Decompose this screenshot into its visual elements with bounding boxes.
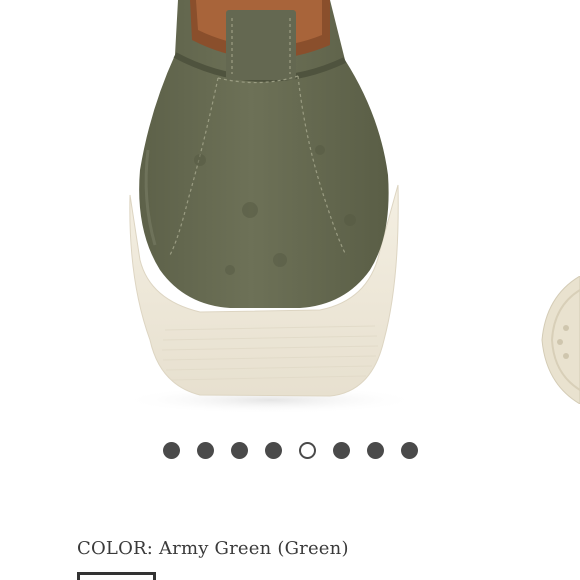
carousel-dot[interactable] <box>366 441 384 459</box>
color-selection-label: COLOR: Army Green (Green) <box>77 538 349 559</box>
carousel-dot[interactable] <box>264 441 282 459</box>
product-image[interactable] <box>0 0 580 420</box>
carousel-pagination <box>0 438 580 462</box>
carousel-dot-active[interactable] <box>298 441 316 459</box>
product-image-gallery[interactable] <box>0 0 580 420</box>
carousel-dot[interactable] <box>196 441 214 459</box>
next-slide-preview[interactable] <box>536 276 580 404</box>
color-swatch-selected[interactable] <box>77 572 156 580</box>
carousel-dot[interactable] <box>332 441 350 459</box>
carousel-dot[interactable] <box>230 441 248 459</box>
carousel-dot[interactable] <box>162 441 180 459</box>
carousel-dot[interactable] <box>400 441 418 459</box>
product-page: COLOR: Army Green (Green) <box>0 0 580 580</box>
color-label: COLOR: <box>77 538 154 559</box>
color-value: Army Green (Green) <box>158 538 349 559</box>
